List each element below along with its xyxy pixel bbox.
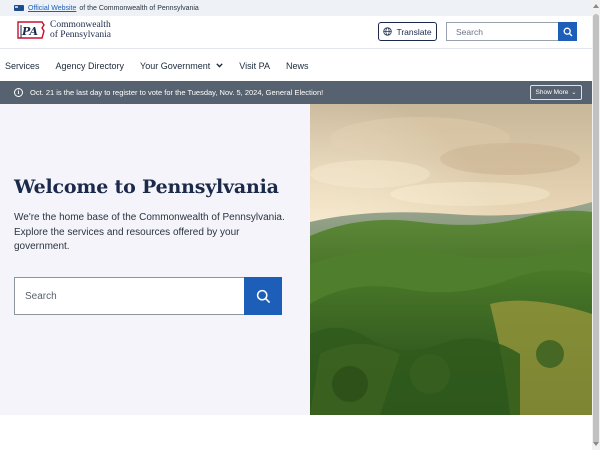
site-header: PA Commonwealth of Pennsylvania Translat… bbox=[0, 16, 592, 49]
header-search-input[interactable]: Search bbox=[446, 22, 559, 41]
logo-line-1: Commonwealth bbox=[50, 20, 111, 30]
flag-icon bbox=[14, 5, 24, 11]
page-scrollbar[interactable] bbox=[592, 0, 600, 450]
scrollbar-thumb[interactable] bbox=[593, 14, 599, 444]
official-website-banner: Official Website of the Commonwealth of … bbox=[0, 0, 592, 16]
nav-item-label: Your Government bbox=[140, 60, 211, 71]
site-logo[interactable]: PA Commonwealth of Pennsylvania bbox=[16, 19, 111, 41]
logo-line-2: of Pennsylvania bbox=[50, 30, 111, 40]
search-icon bbox=[256, 289, 270, 303]
nav-item-visit-pa[interactable]: Visit PA bbox=[239, 61, 270, 71]
search-icon bbox=[563, 27, 572, 36]
nav-item-label: Agency Directory bbox=[55, 60, 125, 71]
header-search-placeholder: Search bbox=[456, 26, 483, 37]
show-more-button[interactable]: Show More ⌄ bbox=[530, 85, 582, 100]
scroll-down-arrow-icon[interactable] bbox=[593, 442, 599, 446]
chevron-down-icon bbox=[216, 63, 223, 68]
hero-search-input[interactable]: Search bbox=[14, 277, 245, 315]
nav-item-services[interactable]: Services bbox=[5, 61, 40, 71]
chevron-down-icon: ⌄ bbox=[571, 90, 577, 96]
nav-item-label: News bbox=[285, 60, 309, 71]
alert-message: Oct. 21 is the last day to register to v… bbox=[30, 88, 324, 97]
translate-button[interactable]: Translate bbox=[378, 22, 437, 41]
hero-section: Welcome to Pennsylvania We're the home b… bbox=[0, 104, 310, 415]
header-search-button[interactable] bbox=[558, 22, 577, 41]
nav-item-label: Visit PA bbox=[239, 60, 270, 71]
hero-landscape-image bbox=[310, 104, 592, 415]
main-navigation: Services Agency Directory Your Governmen… bbox=[0, 50, 592, 81]
official-website-link[interactable]: Official Website bbox=[28, 5, 76, 12]
hero-search-placeholder: Search bbox=[25, 290, 57, 302]
scroll-up-arrow-icon[interactable] bbox=[593, 4, 599, 8]
official-website-text: of the Commonwealth of Pennsylvania bbox=[79, 4, 199, 12]
hero-search-button[interactable] bbox=[244, 277, 282, 315]
svg-text:PA: PA bbox=[21, 25, 38, 38]
nav-item-news[interactable]: News bbox=[286, 61, 309, 71]
pa-logo-icon: PA bbox=[16, 19, 46, 41]
nav-item-your-government[interactable]: Your Government bbox=[140, 61, 223, 71]
translate-label: Translate bbox=[396, 26, 432, 37]
info-icon: i bbox=[14, 88, 23, 97]
nav-item-agency-directory[interactable]: Agency Directory bbox=[56, 61, 125, 71]
globe-icon bbox=[383, 27, 393, 36]
nav-item-label: Services bbox=[5, 60, 40, 71]
alert-banner: i Oct. 21 is the last day to register to… bbox=[0, 81, 592, 104]
show-more-label: Show More bbox=[535, 89, 569, 96]
hero-description: We're the home base of the Commonwealth … bbox=[14, 212, 285, 252]
hero-title: Welcome to Pennsylvania bbox=[14, 176, 279, 198]
